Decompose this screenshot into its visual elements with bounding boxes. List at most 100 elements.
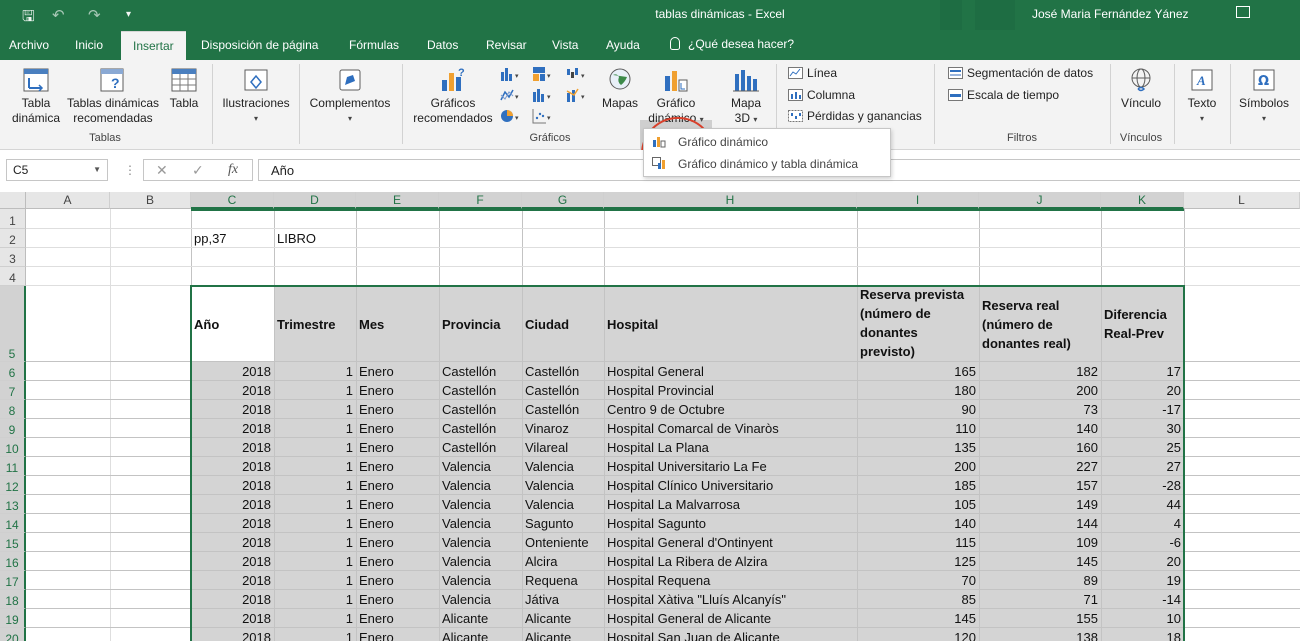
table-cell-diferencia[interactable]: 44	[1101, 497, 1181, 512]
pivot-table-button[interactable]: Tabla dinámica	[8, 66, 64, 126]
table-cell-prevista[interactable]: 70	[857, 573, 976, 588]
row-header-6[interactable]: 6	[0, 362, 26, 381]
row-header-13[interactable]: 13	[0, 495, 26, 514]
table-cell-hospital[interactable]: Hospital La Plana	[607, 440, 856, 455]
recommended-charts-button[interactable]: ? Gráficos recomendados	[410, 66, 496, 126]
table-cell-ciudad[interactable]: Vinaroz	[525, 421, 603, 436]
column-chart-icon[interactable]: ▾	[500, 66, 522, 82]
table-cell-diferencia[interactable]: -28	[1101, 478, 1181, 493]
table-cell-anio[interactable]: 2018	[191, 497, 271, 512]
table-cell-trimestre[interactable]: 1	[274, 611, 353, 626]
table-cell-real[interactable]: 157	[979, 478, 1098, 493]
table-cell-real[interactable]: 71	[979, 592, 1098, 607]
ribbon-display-options-icon[interactable]	[1236, 6, 1250, 18]
table-cell-hospital[interactable]: Hospital General de Alicante	[607, 611, 856, 626]
table-cell-trimestre[interactable]: 1	[274, 554, 353, 569]
table-header-ciudad[interactable]: Ciudad	[525, 315, 603, 334]
table-cell-prevista[interactable]: 110	[857, 421, 976, 436]
table-cell-ciudad[interactable]: Castellón	[525, 402, 603, 417]
table-cell-prevista[interactable]: 115	[857, 535, 976, 550]
table-cell-diferencia[interactable]: -6	[1101, 535, 1181, 550]
table-cell-anio[interactable]: 2018	[191, 535, 271, 550]
table-cell-hospital[interactable]: Hospital Provincial	[607, 383, 856, 398]
table-cell-trimestre[interactable]: 1	[274, 592, 353, 607]
undo-icon[interactable]: ↶	[52, 6, 65, 24]
table-cell-diferencia[interactable]: 4	[1101, 516, 1181, 531]
resize-handle-icon[interactable]: ⋮	[124, 163, 136, 177]
statistic-chart-icon[interactable]: ▾	[532, 87, 554, 103]
combo-chart-icon[interactable]: ▾	[566, 87, 588, 103]
row-header-12[interactable]: 12	[0, 476, 26, 495]
table-cell-trimestre[interactable]: 1	[274, 497, 353, 512]
table-cell-prevista[interactable]: 120	[857, 630, 976, 641]
table-cell-ciudad[interactable]: Alcira	[525, 554, 603, 569]
table-cell-real[interactable]: 145	[979, 554, 1098, 569]
table-cell-prevista[interactable]: 165	[857, 364, 976, 379]
table-cell-mes[interactable]: Enero	[359, 402, 438, 417]
waterfall-chart-icon[interactable]: ▾	[566, 66, 588, 82]
table-cell-prevista[interactable]: 200	[857, 459, 976, 474]
table-cell-anio[interactable]: 2018	[191, 440, 271, 455]
column-header-k[interactable]: K	[1101, 192, 1184, 209]
row-header-7[interactable]: 7	[0, 381, 26, 400]
table-cell-trimestre[interactable]: 1	[274, 516, 353, 531]
cell-d2[interactable]: LIBRO	[277, 231, 316, 246]
column-header-i[interactable]: I	[857, 192, 979, 209]
table-header-anio[interactable]: Año	[194, 315, 273, 334]
table-cell-hospital[interactable]: Hospital Clínico Universitario	[607, 478, 856, 493]
worksheet-grid[interactable]: A B C D E F G H I J K L 1 2 3 4 5 6 7 8 9 10 11 12 13 14 15 16 17 18 1…	[0, 192, 1300, 641]
menu-item-pivot-chart-and-table[interactable]: Gráfico dinámico y tabla dinámica	[644, 153, 890, 175]
table-cell-anio[interactable]: 2018	[191, 592, 271, 607]
table-cell-mes[interactable]: Enero	[359, 497, 438, 512]
table-cell-trimestre[interactable]: 1	[274, 573, 353, 588]
table-cell-prevista[interactable]: 105	[857, 497, 976, 512]
row-header-4[interactable]: 4	[0, 267, 26, 286]
table-cell-hospital[interactable]: Hospital Xàtiva "Lluís Alcanyís"	[607, 592, 856, 607]
table-cell-prevista[interactable]: 90	[857, 402, 976, 417]
table-cell-real[interactable]: 89	[979, 573, 1098, 588]
table-cell-provincia[interactable]: Valencia	[442, 535, 521, 550]
table-cell-trimestre[interactable]: 1	[274, 421, 353, 436]
table-cell-prevista[interactable]: 125	[857, 554, 976, 569]
row-header-16[interactable]: 16	[0, 552, 26, 571]
table-cell-diferencia[interactable]: -17	[1101, 402, 1181, 417]
table-cell-anio[interactable]: 2018	[191, 402, 271, 417]
tab-archivo[interactable]: Archivo	[9, 38, 49, 52]
table-cell-mes[interactable]: Enero	[359, 611, 438, 626]
table-cell-anio[interactable]: 2018	[191, 516, 271, 531]
column-header-a[interactable]: A	[26, 192, 110, 209]
table-cell-anio[interactable]: 2018	[191, 459, 271, 474]
row-header-2[interactable]: 2	[0, 229, 26, 248]
table-cell-hospital[interactable]: Hospital San Juan de Alicante	[607, 630, 856, 641]
table-cell-mes[interactable]: Enero	[359, 459, 438, 474]
link-button[interactable]: Vínculo	[1116, 66, 1166, 111]
table-header-trimestre[interactable]: Trimestre	[277, 315, 355, 334]
row-header-20[interactable]: 20	[0, 628, 26, 641]
column-header-c[interactable]: C	[191, 192, 274, 209]
table-header-real[interactable]: Reserva real (número de donantes real)	[982, 296, 1100, 353]
table-cell-provincia[interactable]: Castellón	[442, 421, 521, 436]
table-cell-hospital[interactable]: Hospital Requena	[607, 573, 856, 588]
table-cell-ciudad[interactable]: Játiva	[525, 592, 603, 607]
table-cell-diferencia[interactable]: 27	[1101, 459, 1181, 474]
row-header-19[interactable]: 19	[0, 609, 26, 628]
table-cell-mes[interactable]: Enero	[359, 592, 438, 607]
map3d-button[interactable]: Mapa 3D ▾	[722, 66, 770, 127]
column-header-j[interactable]: J	[979, 192, 1101, 209]
table-cell-ciudad[interactable]: Alicante	[525, 630, 603, 641]
table-cell-provincia[interactable]: Valencia	[442, 554, 521, 569]
table-cell-trimestre[interactable]: 1	[274, 383, 353, 398]
table-cell-trimestre[interactable]: 1	[274, 364, 353, 379]
line-chart-icon[interactable]: ▾	[500, 87, 522, 103]
table-cell-provincia[interactable]: Castellón	[442, 440, 521, 455]
table-cell-mes[interactable]: Enero	[359, 554, 438, 569]
tab-insertar[interactable]: Insertar	[121, 31, 186, 60]
table-cell-anio[interactable]: 2018	[191, 364, 271, 379]
table-cell-real[interactable]: 227	[979, 459, 1098, 474]
table-cell-mes[interactable]: Enero	[359, 630, 438, 641]
row-header-17[interactable]: 17	[0, 571, 26, 590]
table-cell-provincia[interactable]: Castellón	[442, 364, 521, 379]
redo-icon[interactable]: ↷	[88, 6, 101, 24]
table-cell-prevista[interactable]: 135	[857, 440, 976, 455]
table-cell-ciudad[interactable]: Castellón	[525, 383, 603, 398]
